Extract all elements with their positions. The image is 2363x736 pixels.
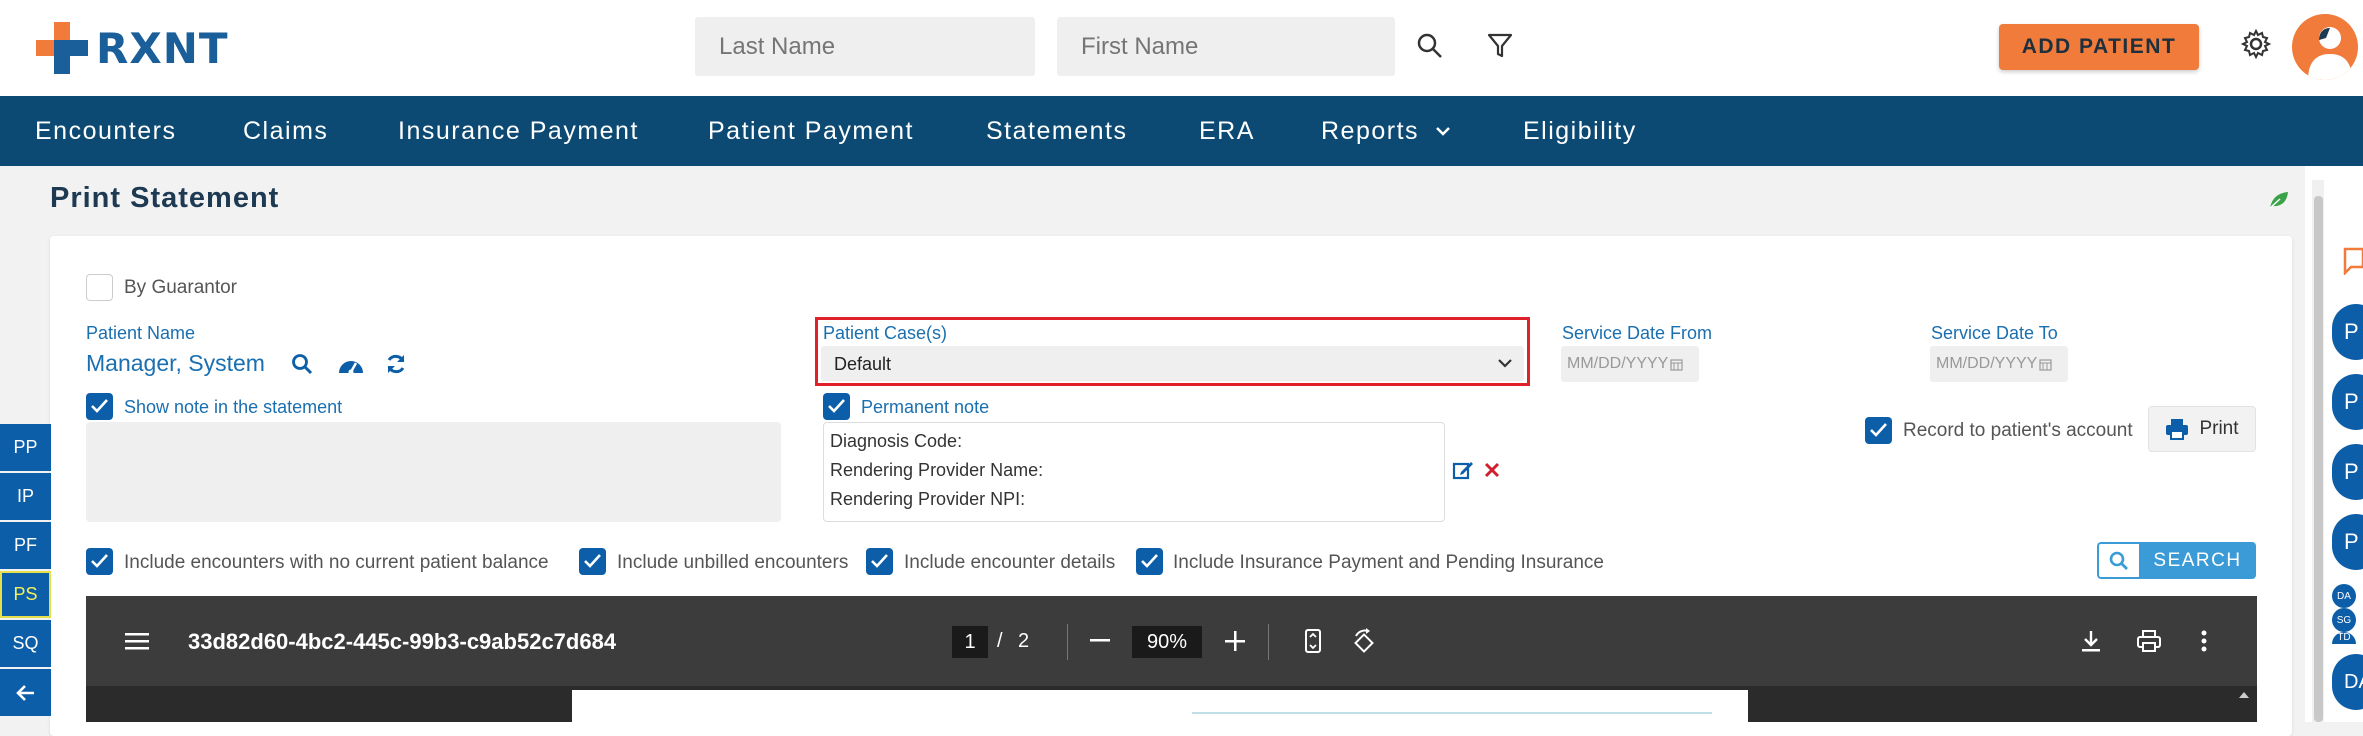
by-guarantor-label: By Guarantor: [124, 277, 237, 298]
nav-era[interactable]: ERA: [1199, 96, 1255, 166]
pdf-page-rule: [1192, 712, 1712, 714]
rail-mini-da[interactable]: DA: [2332, 584, 2356, 608]
patient-name-value[interactable]: Manager, System: [86, 350, 265, 377]
chevron-down-icon: [1498, 359, 1512, 368]
dashboard-icon[interactable]: [335, 350, 367, 378]
include-encounter-details-checkbox[interactable]: [866, 548, 893, 575]
pdf-page: [572, 690, 1748, 722]
main-nav: Encounters Claims Insurance Payment Pati…: [0, 96, 2363, 166]
top-bar: RXNT ADD PATIENT: [0, 0, 2363, 96]
pdf-total-pages: 2: [1018, 630, 1030, 652]
print-label: Print: [2199, 418, 2239, 439]
patient-cases-select[interactable]: Default: [821, 346, 1524, 381]
last-name-input[interactable]: [695, 17, 1035, 76]
rxnt-cross-icon: [36, 22, 88, 74]
search-label: SEARCH: [2139, 542, 2256, 579]
logo-text: RXNT: [96, 23, 229, 73]
pdf-file-name: 33d82d60-4bc2-445c-99b3-c9ab52c7d684: [188, 629, 617, 654]
edit-note-icon[interactable]: [1451, 458, 1475, 482]
print-button[interactable]: Print: [2148, 406, 2256, 452]
include-encounter-details-label: Include encounter details: [904, 552, 1116, 573]
note-rendering-provider-npi: Rendering Provider NPI:: [830, 489, 1026, 509]
record-to-account-checkbox[interactable]: [1865, 417, 1892, 444]
pdf-page-separator: /: [997, 630, 1003, 652]
user-icon: [2308, 27, 2352, 80]
nav-statements[interactable]: Statements: [986, 96, 1127, 166]
download-icon[interactable]: [2076, 626, 2106, 656]
page-title: Print Statement: [50, 182, 280, 214]
delete-note-icon[interactable]: [1480, 458, 1504, 482]
note-diagnosis-code: Diagnosis Code:: [830, 431, 963, 451]
search-icon[interactable]: [1410, 28, 1450, 64]
first-name-input[interactable]: [1057, 17, 1395, 76]
show-note-checkbox[interactable]: [86, 393, 113, 420]
filter-icon[interactable]: [1480, 28, 1520, 64]
service-date-to-input[interactable]: MM/DD/YYYY: [1930, 346, 2068, 382]
search-button[interactable]: SEARCH: [2097, 542, 2256, 579]
permanent-note-label: Permanent note: [861, 397, 990, 417]
more-options-icon[interactable]: [2192, 626, 2216, 656]
user-avatar[interactable]: [2292, 14, 2358, 80]
note-rendering-provider-name: Rendering Provider Name:: [830, 460, 1044, 480]
show-note-label: Show note in the statement: [124, 397, 343, 417]
side-tab-pf[interactable]: PF: [0, 522, 51, 569]
record-to-account-label: Record to patient's account: [1903, 420, 2133, 441]
refresh-icon[interactable]: [382, 350, 410, 378]
patient-name-label: Patient Name: [86, 323, 196, 343]
page-scrollbar-thumb[interactable]: [2314, 196, 2323, 722]
zoom-out-icon[interactable]: [1087, 628, 1113, 654]
zoom-in-icon[interactable]: [1222, 628, 1248, 654]
nav-reports[interactable]: Reports: [1321, 96, 1451, 166]
permanent-note-checkbox[interactable]: [823, 393, 850, 420]
fit-page-icon[interactable]: [1300, 626, 1326, 656]
side-tab-ps[interactable]: PS: [0, 571, 51, 618]
rail-mini-sg[interactable]: SG: [2332, 608, 2356, 632]
chevron-down-icon: [1436, 127, 1450, 136]
statement-note-textarea[interactable]: [86, 422, 781, 522]
pdf-scroll-up-icon[interactable]: [2236, 688, 2252, 702]
side-tab-sq[interactable]: SQ: [0, 620, 51, 667]
service-date-from-placeholder: MM/DD/YYYY: [1567, 355, 1669, 372]
include-no-balance-label: Include encounters with no current patie…: [124, 552, 549, 573]
pdf-zoom-input[interactable]: 90%: [1132, 626, 1202, 658]
search-icon: [2097, 542, 2139, 579]
nav-eligibility[interactable]: Eligibility: [1523, 96, 1637, 166]
include-unbilled-checkbox[interactable]: [579, 548, 606, 575]
by-guarantor-checkbox[interactable]: [86, 274, 113, 301]
side-tab-ip[interactable]: IP: [0, 473, 51, 520]
nav-claims[interactable]: Claims: [243, 96, 328, 166]
service-date-from-label: Service Date From: [1562, 323, 1713, 343]
gear-icon[interactable]: [2236, 24, 2276, 64]
menu-icon[interactable]: [122, 628, 152, 654]
include-no-balance-checkbox[interactable]: [86, 548, 113, 575]
patient-search-icon[interactable]: [288, 350, 316, 378]
service-date-from-input[interactable]: MM/DD/YYYY: [1561, 346, 1699, 382]
permanent-note-box[interactable]: Diagnosis Code: Rendering Provider Name:…: [823, 422, 1445, 522]
leaf-icon[interactable]: [2266, 188, 2292, 212]
rotate-icon[interactable]: [1349, 626, 1379, 656]
service-date-to-placeholder: MM/DD/YYYY: [1936, 355, 2038, 372]
calendar-icon: [1670, 358, 1683, 371]
include-unbilled-label: Include unbilled encounters: [617, 552, 849, 573]
patient-cases-value: Default: [834, 354, 892, 374]
pdf-page-input[interactable]: 1: [952, 626, 988, 658]
add-patient-button[interactable]: ADD PATIENT: [1999, 24, 2199, 70]
nav-encounters[interactable]: Encounters: [35, 96, 176, 166]
nav-patient-payment[interactable]: Patient Payment: [708, 96, 914, 166]
back-arrow-icon[interactable]: [0, 669, 51, 716]
rxnt-logo[interactable]: RXNT: [36, 22, 229, 74]
include-insurance-payment-checkbox[interactable]: [1136, 548, 1163, 575]
toolbar-divider: [1268, 624, 1269, 660]
pdf-print-icon[interactable]: [2133, 626, 2165, 656]
chat-icon[interactable]: [2341, 240, 2363, 280]
printer-icon: [2166, 419, 2189, 440]
calendar-icon: [2039, 358, 2052, 371]
include-insurance-payment-label: Include Insurance Payment and Pending In…: [1173, 552, 1604, 573]
nav-insurance-payment[interactable]: Insurance Payment: [398, 96, 639, 166]
nav-reports-label: Reports: [1321, 116, 1420, 145]
side-tab-pp[interactable]: PP: [0, 424, 51, 471]
toolbar-divider: [1067, 624, 1068, 660]
service-date-to-label: Service Date To: [1931, 323, 2058, 343]
